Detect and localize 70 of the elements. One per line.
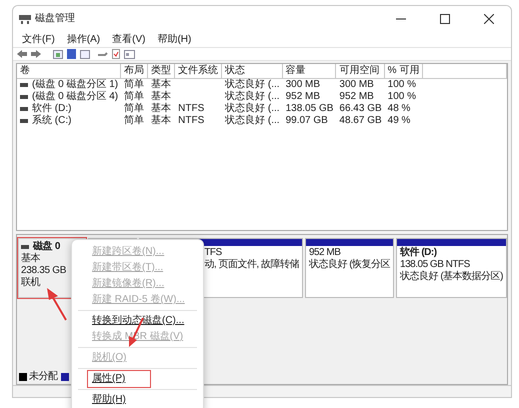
table-cell-text: 简单	[124, 103, 144, 114]
table-cell: NTFS	[178, 115, 204, 127]
volume-name[interactable]: (磁盘 0 磁盘分区 1)	[32, 79, 118, 91]
table-cell: 基本	[151, 115, 172, 127]
column-header[interactable]: 文件系统	[175, 64, 222, 79]
column-header[interactable]: 卷	[17, 64, 122, 79]
table-cell: 简单	[124, 115, 144, 127]
partition-detail: 138.05 GB NTFS	[400, 259, 471, 270]
close-icon	[484, 14, 494, 24]
disk-detail: 基本	[21, 253, 42, 265]
table-cell: 66.43 GB	[339, 103, 382, 115]
volume-name[interactable]: (磁盘 0 磁盘分区 4)	[32, 91, 118, 103]
column-header[interactable]: % 可用	[384, 64, 424, 79]
menu-item[interactable]: 文件(F)	[17, 34, 60, 46]
table-cell-text: 简单	[124, 79, 144, 90]
table-cell-text: 状态良好 (...	[225, 103, 280, 114]
table-cell-text: 简单	[124, 91, 144, 102]
partition-detail: 动, 页面文件, 故障转储	[204, 259, 299, 271]
table-cell-text: 基本	[151, 79, 172, 90]
window-icon[interactable]	[80, 50, 90, 58]
annotation-arrow	[47, 288, 67, 320]
partition-detail: 952 MB	[308, 247, 342, 258]
column-header[interactable]: 状态	[222, 64, 283, 79]
partition-detail: 状态良好 (基本数据分区)	[400, 271, 503, 283]
menu-item[interactable]: 属性(P)	[88, 371, 150, 387]
table-cell: 138.05 GB	[286, 103, 334, 115]
partition-detail: 状态良好 (恢复分区	[308, 259, 390, 271]
back-arrow-icon[interactable]	[17, 50, 27, 58]
key-icon[interactable]	[98, 50, 108, 58]
column-header[interactable]: 容量	[282, 64, 336, 79]
menu-item[interactable]: 帮助(H)	[72, 392, 203, 408]
table-cell: 状态良好 (...	[225, 115, 280, 127]
table-cell: 100 %	[388, 91, 416, 103]
table-cell-text: 状态良好 (...	[225, 79, 280, 90]
forward-arrow-icon[interactable]	[31, 50, 41, 58]
disk-detail: 联机	[21, 277, 42, 289]
partition[interactable]: 软件 (D:) 138.05 GB NTFS 状态良好 (基本数据分区)	[396, 238, 507, 298]
disk-detail: 238.35 GB	[21, 265, 68, 276]
column-header[interactable]: 可用空间	[336, 64, 385, 79]
menu-item[interactable]: 帮助(H)	[152, 34, 196, 46]
column-header[interactable]: 类型	[148, 64, 176, 79]
checklist-icon[interactable]	[112, 49, 120, 59]
table-cell: NTFS	[178, 103, 204, 115]
table-cell: 49 %	[388, 115, 410, 127]
table-cell: 99.07 GB	[286, 115, 328, 127]
window-title: 磁盘管理	[35, 13, 75, 25]
menu-item[interactable]: 操作(A)	[62, 34, 106, 46]
volume-name[interactable]: 软件 (D:)	[32, 103, 72, 115]
table-cell-text: 基本	[151, 103, 172, 114]
partition[interactable]: 952 MB 状态良好 (恢复分区	[304, 238, 394, 298]
menu-item[interactable]: 查看(V)	[107, 34, 150, 46]
table-cell: 300 MB	[339, 79, 374, 91]
partition-detail: TFS	[204, 247, 223, 259]
table-cell-text: 状态良好 (...	[225, 91, 280, 102]
disk-name: 磁盘 0	[33, 241, 60, 252]
table-cell: 48.67 GB	[339, 115, 382, 127]
maximize-icon	[440, 14, 450, 24]
partition-title: 软件 (D:)	[400, 247, 438, 259]
table-cell-text: 基本	[151, 91, 172, 102]
table-cell: 300 MB	[286, 79, 320, 91]
volume-name[interactable]: 系统 (C:)	[32, 115, 72, 127]
properties-icon[interactable]	[124, 50, 135, 58]
column-header[interactable]: 布局	[121, 64, 148, 79]
table-cell: 952 MB	[286, 91, 320, 103]
table-cell: 952 MB	[339, 91, 374, 103]
disk-app-icon	[19, 14, 31, 24]
table-cell: 48 %	[388, 103, 410, 115]
table-cell: 100 %	[388, 79, 416, 91]
console-icon[interactable]	[53, 50, 63, 58]
legend-label: 未分配	[29, 371, 58, 383]
